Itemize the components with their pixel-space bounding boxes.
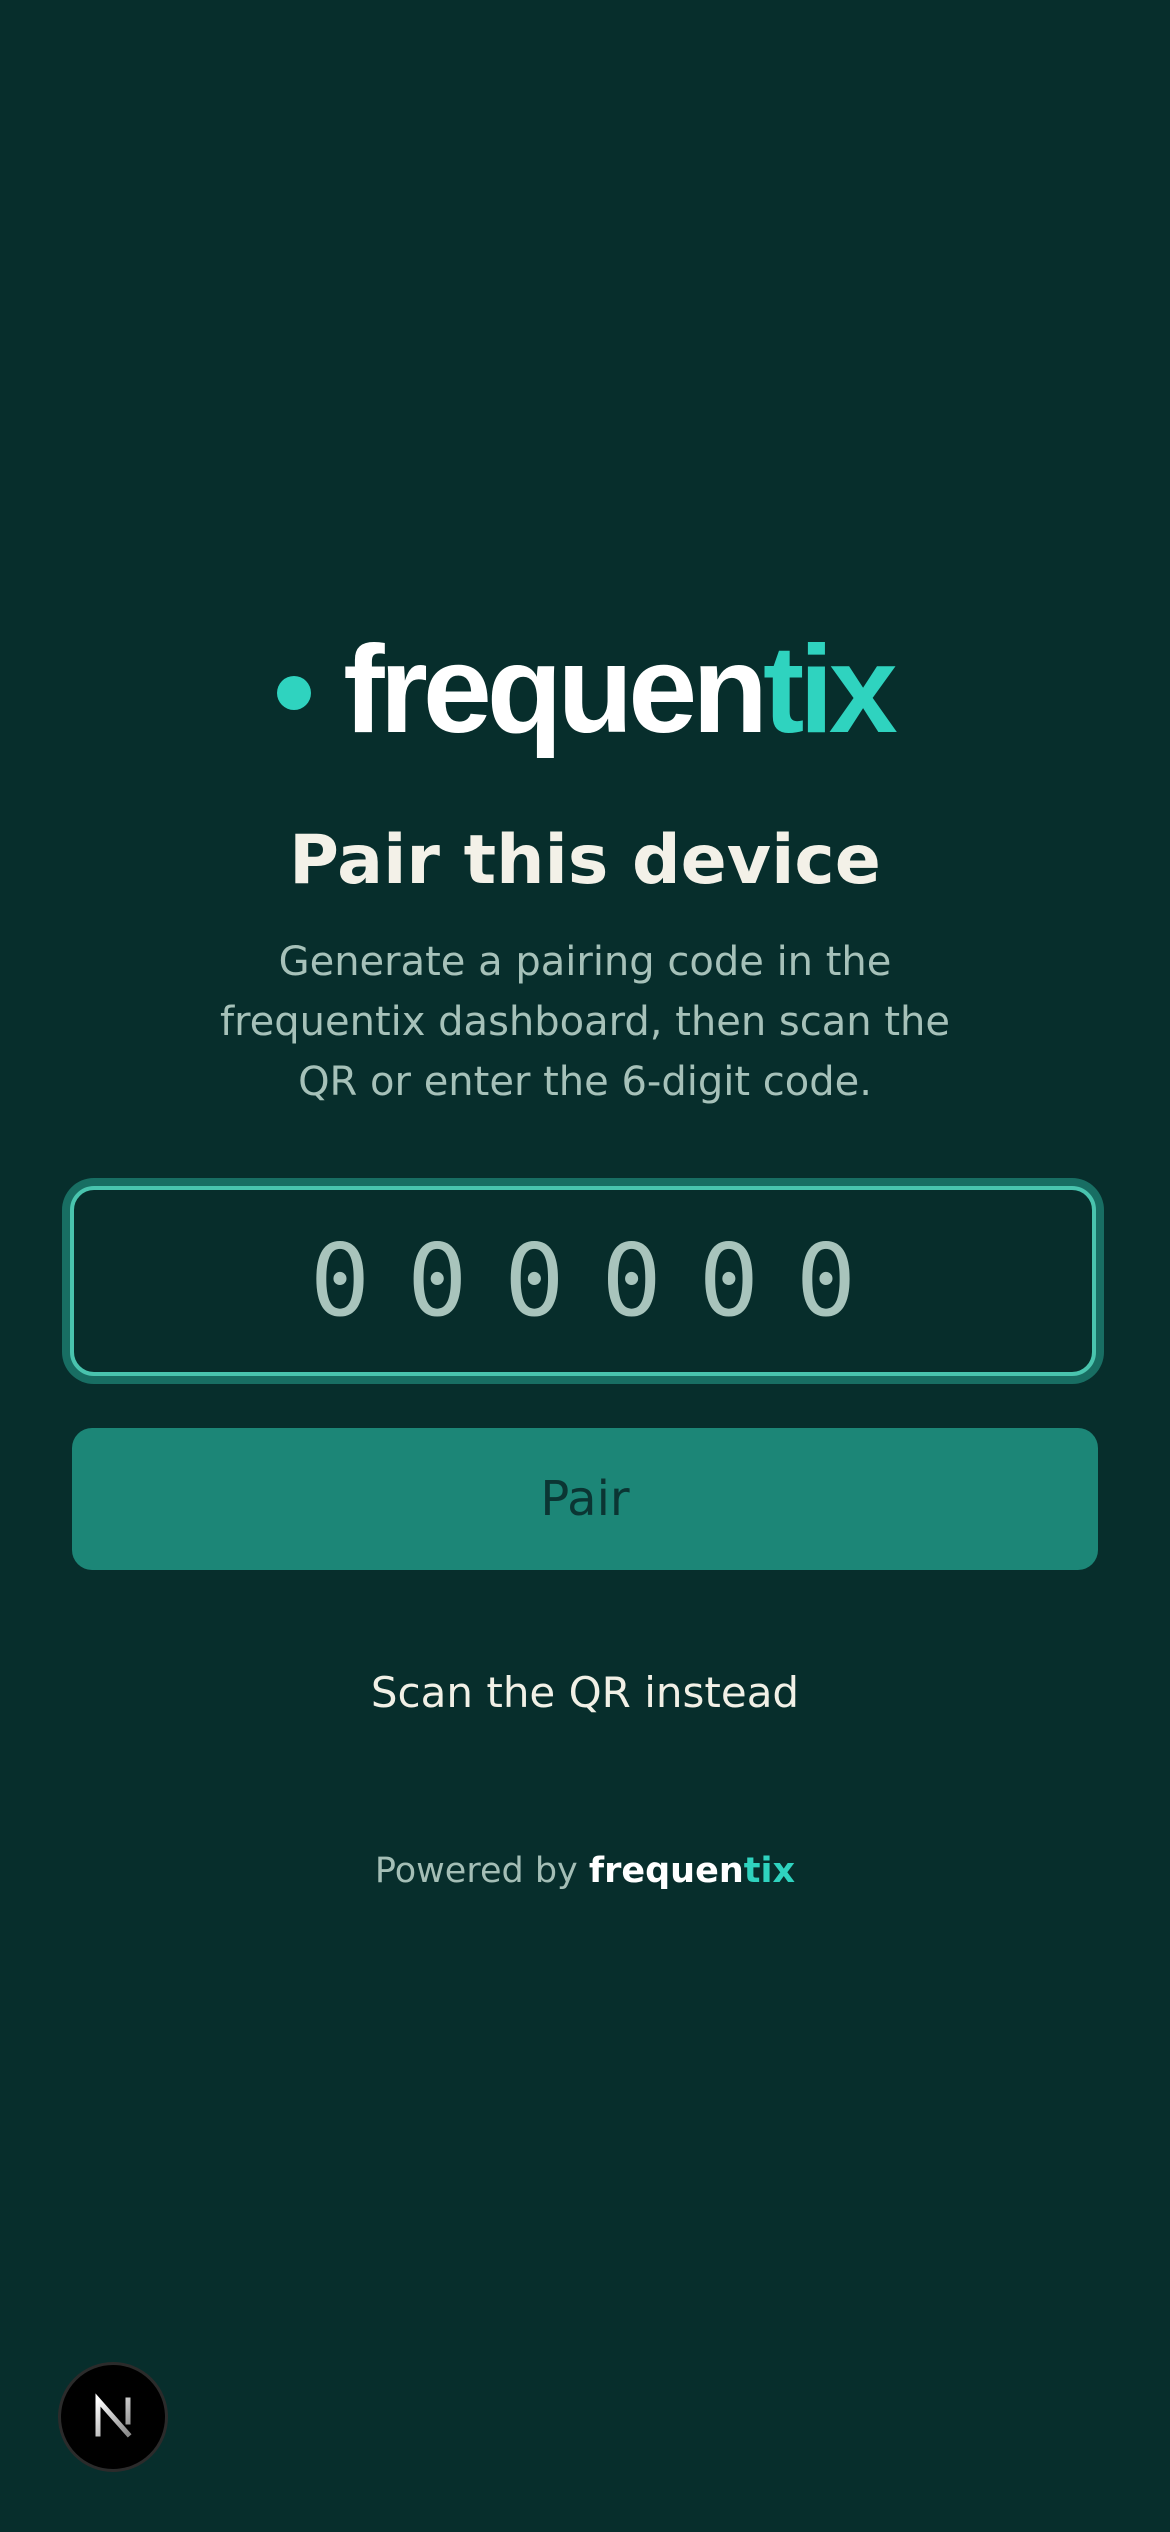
pair-button[interactable]: Pair [72, 1428, 1098, 1570]
powered-by-brand-accent: tix [743, 1851, 796, 1891]
pairing-code-input[interactable]: 000000 [70, 1186, 1096, 1376]
pairing-instructions: Generate a pairing code in the frequenti… [220, 939, 950, 1105]
powered-by-brand-main: frequen [588, 1851, 744, 1891]
page-title: Pair this device [289, 821, 881, 900]
nextjs-dev-indicator[interactable] [58, 2362, 168, 2472]
brand-wordmark-main: frequen [343, 621, 768, 759]
scan-qr-link[interactable]: Scan the QR instead [0, 1660, 1170, 1726]
brand-wordmark: frequentix [343, 628, 897, 752]
powered-by: Powered by frequentix [0, 1846, 1170, 1896]
powered-by-brand: frequentix [589, 1851, 795, 1891]
brand-dot-icon [277, 676, 312, 710]
nextjs-n-icon [95, 2393, 132, 2438]
brand-wordmark-accent: tix [763, 621, 898, 759]
powered-by-prefix: Powered by [374, 1851, 578, 1891]
brand-logo: frequentix [0, 620, 1170, 760]
